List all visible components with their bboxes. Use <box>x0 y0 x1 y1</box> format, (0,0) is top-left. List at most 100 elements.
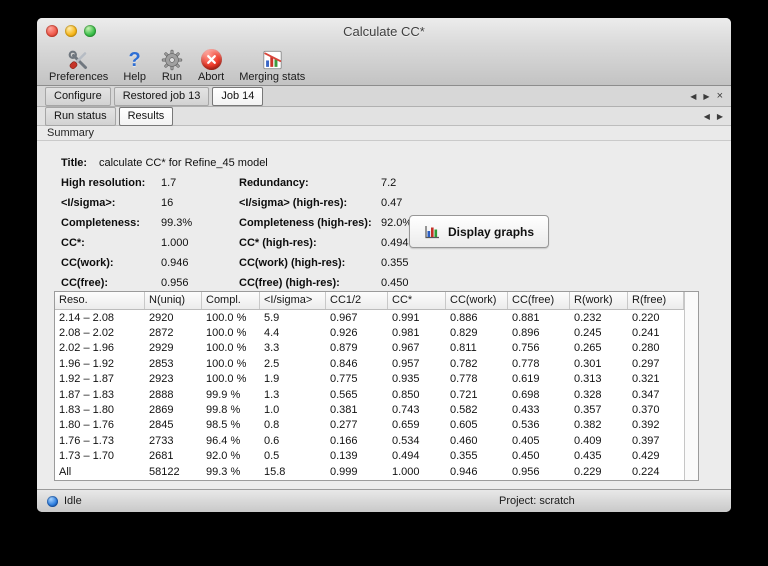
results-panel: Title: calculate CC* for Refine_45 model… <box>37 141 731 489</box>
table-cell: 98.5 % <box>206 419 241 432</box>
table-row[interactable]: 1.92 – 1.87 2923 100.0 % 1.9 0.775 0.935 0.778… <box>55 372 684 387</box>
help-icon: ? <box>128 48 141 71</box>
table-cell: 0.782 <box>450 357 478 370</box>
table-cell: 0.277 <box>330 419 358 432</box>
table-cell: 0.435 <box>574 450 602 463</box>
summary-rows: High resolution: 1.7 Redundancy: 7.2 <I/sigm… <box>61 173 731 293</box>
table-cell: 1.96 – 1.92 <box>59 357 115 370</box>
column-header[interactable]: CC* <box>388 292 446 309</box>
table-cell: 2.08 – 2.02 <box>59 327 115 340</box>
table-header-row: Reso. N(uniq) Compl. <I/sigma> CC1/2 CC* CC(wo… <box>55 292 698 310</box>
column-header[interactable]: CC(work) <box>446 292 508 309</box>
table-cell: 1.76 – 1.73 <box>59 434 115 447</box>
summary-value: 0.956 <box>161 277 189 289</box>
minimize-window-button[interactable] <box>65 25 77 37</box>
table-cell: 2869 <box>149 404 174 417</box>
table-cell: 0.981 <box>392 327 420 340</box>
table-cell: 0.450 <box>512 450 540 463</box>
table-cell: 100.0 % <box>206 357 247 370</box>
table-cell: 0.494 <box>392 450 420 463</box>
table-cell: 2853 <box>149 357 174 370</box>
column-header[interactable]: N(uniq) <box>145 292 202 309</box>
table-cell: 0.301 <box>574 357 602 370</box>
table-cell: 0.536 <box>512 419 540 432</box>
table-cell: 0.967 <box>392 342 420 355</box>
subtab-scroll-left-icon[interactable]: ◀ <box>704 112 710 121</box>
summary-label: High resolution: <box>61 177 146 189</box>
column-header[interactable]: <I/sigma> <box>260 292 326 309</box>
table-cell: 0.166 <box>330 434 358 447</box>
merging-stats-button[interactable]: Merging stats <box>239 48 305 83</box>
table-cell: 0.886 <box>450 311 478 324</box>
tab-run-status[interactable]: Run status <box>45 106 116 126</box>
column-header[interactable]: R(work) <box>570 292 628 309</box>
table-cell: 0.232 <box>574 311 602 324</box>
close-window-button[interactable] <box>46 25 58 37</box>
tab-configure[interactable]: Configure <box>45 86 111 106</box>
table-cell: 2920 <box>149 311 174 324</box>
toolbar-label: Abort <box>197 71 225 83</box>
table-cell: 0.328 <box>574 388 602 401</box>
table-cell: 1.3 <box>264 388 280 401</box>
column-header[interactable]: R(free) <box>628 292 684 309</box>
summary-title-row: Title: calculate CC* for Refine_45 model <box>61 153 731 173</box>
table-cell: 2733 <box>149 434 174 447</box>
table-row[interactable]: 1.73 – 1.70 2681 92.0 % 0.5 0.139 0.494 0.355 0… <box>55 449 684 464</box>
help-button[interactable]: ? Help <box>123 48 146 84</box>
sub-tab-nav: ◀ ▶ <box>704 112 723 121</box>
screen-background: Calculate CC* Preferences ? Help Run Abo… <box>0 0 768 566</box>
preferences-button[interactable]: Preferences <box>49 48 108 83</box>
table-row[interactable]: All 58122 99.3 % 15.8 0.999 1.000 0.946 0.956 0.… <box>55 464 684 479</box>
toolbar-label: Run <box>161 71 183 83</box>
table-scrollbar[interactable] <box>684 292 698 480</box>
tab-results[interactable]: Results <box>118 106 174 126</box>
run-button[interactable]: Run <box>161 48 183 83</box>
table-row[interactable]: 1.76 – 1.73 2733 96.4 % 0.6 0.166 0.534 0.460 0… <box>55 433 684 448</box>
tab-close-icon[interactable]: × <box>717 91 723 102</box>
abort-button[interactable]: Abort <box>198 48 224 83</box>
table-cell: 0.5 <box>264 450 280 463</box>
table-row[interactable]: 1.87 – 1.83 2888 99.9 % 1.3 0.565 0.850 0.721 0… <box>55 387 684 402</box>
tab-scroll-right-icon[interactable]: ▶ <box>703 92 709 101</box>
table-cell: 0.659 <box>392 419 420 432</box>
column-header[interactable]: CC(free) <box>508 292 570 309</box>
table-cell: 0.721 <box>450 388 478 401</box>
summary-row: <I/sigma>: 16 <I/sigma> (high-res): 0.47 <box>61 193 731 213</box>
table-cell: 100.0 % <box>206 342 247 355</box>
summary-label: Redundancy: <box>239 177 309 189</box>
table-cell: 0.698 <box>512 388 540 401</box>
table-cell: 99.3 % <box>206 465 241 478</box>
table-row[interactable]: 1.80 – 1.76 2845 98.5 % 0.8 0.277 0.659 0.605 0… <box>55 418 684 433</box>
app-window: Calculate CC* Preferences ? Help Run Abo… <box>37 18 731 512</box>
table-cell: 1.87 – 1.83 <box>59 388 115 401</box>
table-row[interactable]: 1.96 – 1.92 2853 100.0 % 2.5 0.846 0.957 0.782… <box>55 356 684 371</box>
tab-restored-job-13[interactable]: Restored job 13 <box>113 86 210 106</box>
subtab-scroll-right-icon[interactable]: ▶ <box>717 112 723 121</box>
table-cell: 1.0 <box>264 404 280 417</box>
column-header[interactable]: CC1/2 <box>326 292 388 309</box>
table-cell: 0.313 <box>574 373 602 386</box>
titlebar[interactable]: Calculate CC* <box>37 18 731 44</box>
table-row[interactable]: 2.14 – 2.08 2920 100.0 % 5.9 0.967 0.991 0.886… <box>55 310 684 325</box>
table-cell: 0.605 <box>450 419 478 432</box>
summary-value: 0.450 <box>381 277 409 289</box>
table-row[interactable]: 2.08 – 2.02 2872 100.0 % 4.4 0.926 0.981 0.829… <box>55 325 684 340</box>
table-cell: 0.935 <box>392 373 420 386</box>
table-cell: 0.957 <box>392 357 420 370</box>
summary-value: 0.47 <box>381 197 403 209</box>
display-graphs-button[interactable]: Display graphs <box>409 215 550 248</box>
tab-scroll-left-icon[interactable]: ◀ <box>690 92 696 101</box>
summary-value: 1.7 <box>161 177 177 189</box>
table-cell: 0.139 <box>330 450 358 463</box>
table-cell: 99.9 % <box>206 388 241 401</box>
summary-row: High resolution: 1.7 Redundancy: 7.2 <box>61 173 731 193</box>
table-cell: 1.80 – 1.76 <box>59 419 115 432</box>
zoom-window-button[interactable] <box>84 25 96 37</box>
tab-job-14[interactable]: Job 14 <box>212 86 264 106</box>
table-cell: 99.8 % <box>206 404 241 417</box>
column-header[interactable]: Reso. <box>55 292 145 309</box>
table-row[interactable]: 1.83 – 1.80 2869 99.8 % 1.0 0.381 0.743 0.582 0… <box>55 402 684 417</box>
column-header[interactable]: Compl. <box>202 292 260 309</box>
table-row[interactable]: 2.02 – 1.96 2929 100.0 % 3.3 0.879 0.967 0.811… <box>55 341 684 356</box>
summary-label: CC(work) (high-res): <box>239 257 346 269</box>
